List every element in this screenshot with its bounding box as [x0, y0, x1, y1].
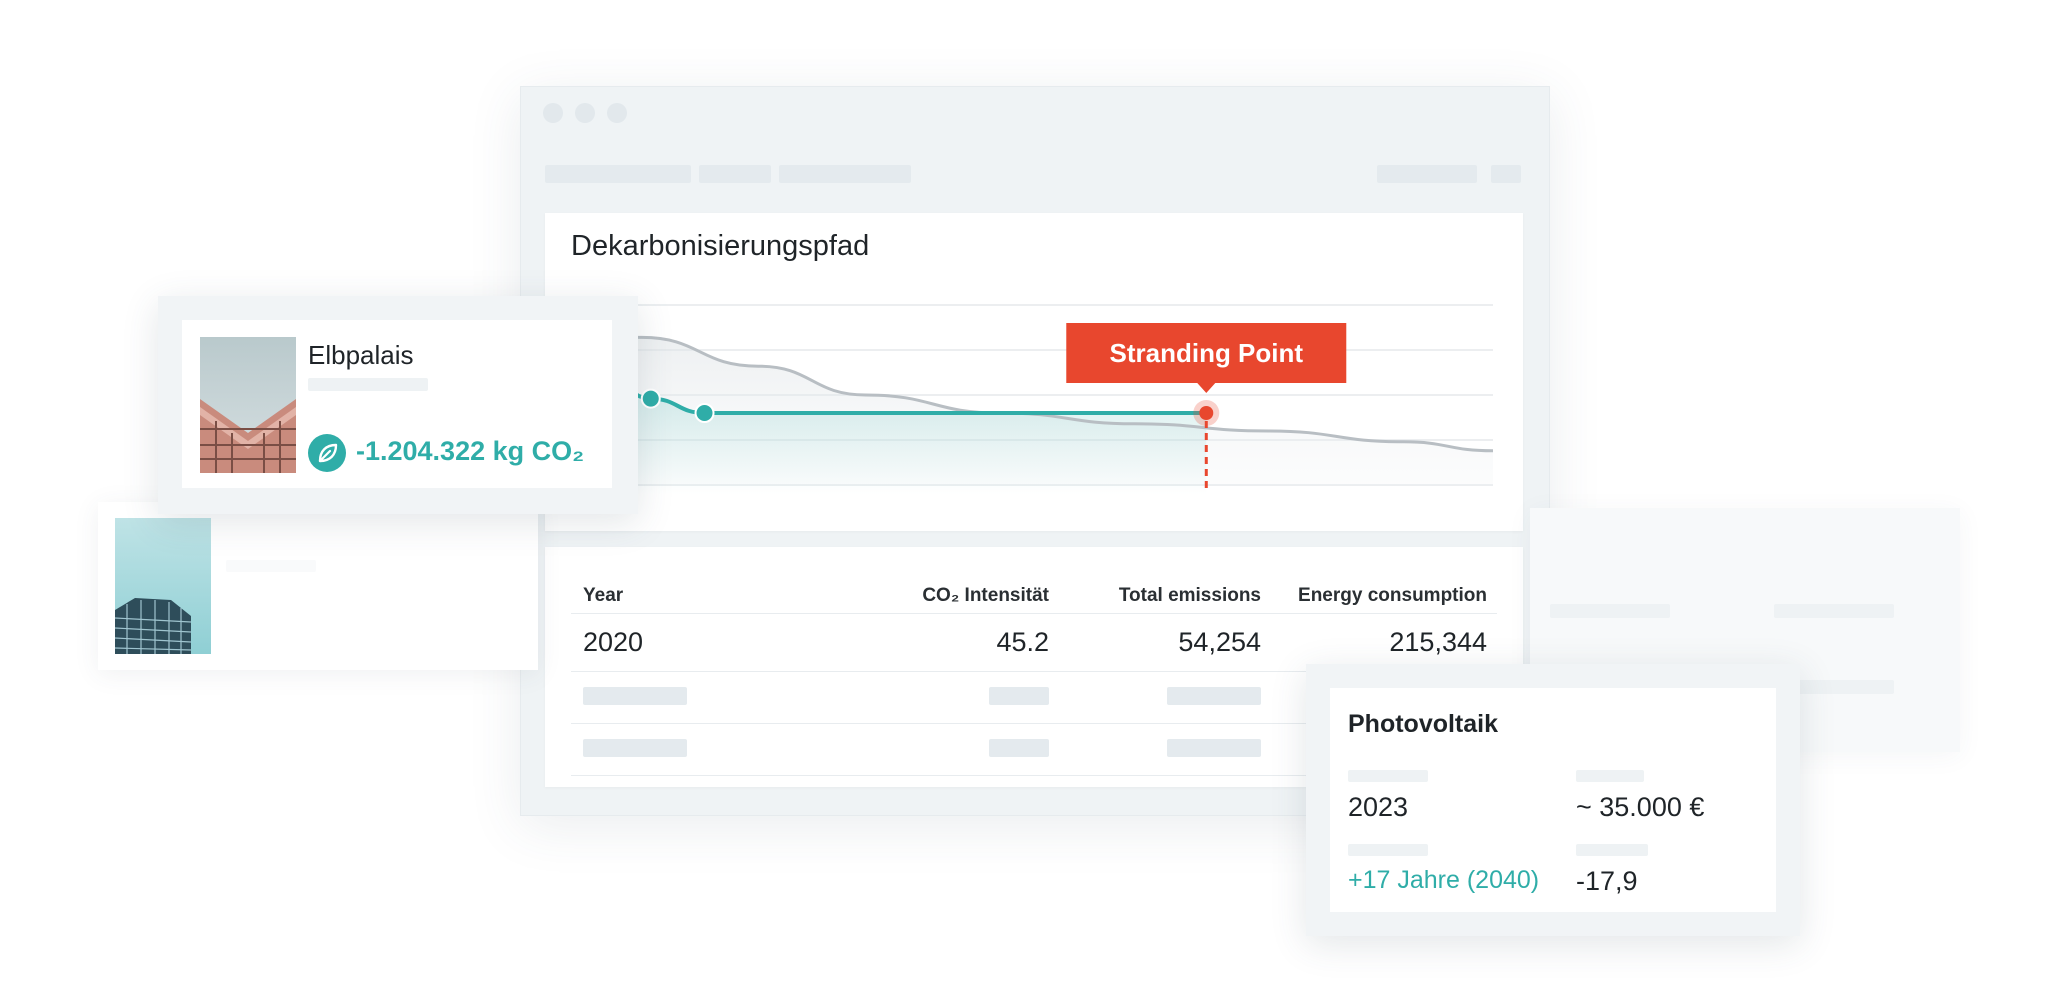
building-photo-nordallee — [115, 518, 211, 654]
cell-year: 2020 — [583, 627, 644, 657]
row-placeholder — [989, 739, 1049, 757]
building-card-elbpalais-frame: Elbpalais -1.204.322 kg CO₂ — [158, 296, 638, 514]
stranding-point-label: Stranding Point — [1110, 338, 1304, 368]
nav-placeholder[interactable] — [699, 165, 771, 183]
row-placeholder — [989, 687, 1049, 705]
measure-payback: +17 Jahre (2040) — [1348, 866, 1540, 894]
cell-energy-consumption: 215,344 — [1389, 627, 1487, 657]
text-placeholder — [226, 560, 316, 572]
building-photo-elbpalais — [200, 337, 296, 473]
label-placeholder — [1576, 844, 1648, 856]
label-placeholder — [1348, 770, 1428, 782]
measure-title: Photovoltaik — [1348, 710, 1499, 738]
window-dot-maximize[interactable] — [607, 103, 627, 123]
text-placeholder — [308, 378, 428, 391]
column-header-total-emissions[interactable]: Total emissions — [1119, 585, 1261, 607]
building-card-nordallee[interactable]: Nordallee — [98, 502, 538, 670]
emission-path-point[interactable] — [640, 388, 661, 409]
row-placeholder — [583, 687, 687, 705]
column-header-energy-consumption[interactable]: Energy consumption — [1298, 585, 1487, 607]
column-header-co2-intensity[interactable]: CO₂ Intensität — [922, 585, 1049, 607]
row-placeholder — [1167, 739, 1261, 757]
building-name-elbpalais: Elbpalais — [308, 340, 414, 370]
measure-card-photovoltaik[interactable]: Photovoltaik 2023 ~ 35.000 € +17 Jahre (… — [1330, 688, 1776, 912]
text-placeholder — [1550, 604, 1670, 618]
window-dot-minimize[interactable] — [575, 103, 595, 123]
row-placeholder — [1167, 687, 1261, 705]
window-dot-close[interactable] — [543, 103, 563, 123]
column-header-year[interactable]: Year — [583, 585, 623, 607]
text-placeholder — [1774, 604, 1894, 618]
measure-card-photovoltaik-frame: Photovoltaik 2023 ~ 35.000 € +17 Jahre (… — [1306, 664, 1800, 936]
nav-placeholder[interactable] — [545, 165, 691, 183]
cell-total-emissions: 54,254 — [1178, 627, 1261, 657]
co2-savings-value: -1.204.322 kg CO₂ — [356, 436, 585, 466]
toolbar-placeholder[interactable] — [1491, 165, 1521, 183]
cell-co2-intensity: 45.2 — [996, 627, 1049, 657]
measure-value: -17,9 — [1576, 866, 1638, 896]
building-card-elbpalais[interactable]: Elbpalais -1.204.322 kg CO₂ — [182, 320, 612, 488]
measure-year: 2023 — [1348, 792, 1409, 822]
row-placeholder — [583, 739, 687, 757]
decarbonization-chart: Stranding Point — [596, 304, 1494, 495]
stranding-point-tooltip-arrow — [1197, 383, 1216, 393]
table-divider — [571, 613, 1497, 614]
stranding-point-tooltip: Stranding Point — [1066, 323, 1347, 393]
toolbar-placeholder[interactable] — [1377, 165, 1477, 183]
building-name-nordallee: Nordallee — [226, 522, 338, 552]
stranding-point-marker[interactable] — [1199, 406, 1214, 420]
label-placeholder — [1348, 844, 1428, 856]
decarbonization-chart-panel: Dekarbonisierungspfad Stranding Point — [545, 213, 1523, 531]
emission-path-point[interactable] — [694, 403, 715, 423]
label-placeholder — [1576, 770, 1644, 782]
nav-placeholder[interactable] — [779, 165, 911, 183]
measure-cost: ~ 35.000 € — [1576, 792, 1705, 822]
leaf-icon — [308, 434, 346, 472]
